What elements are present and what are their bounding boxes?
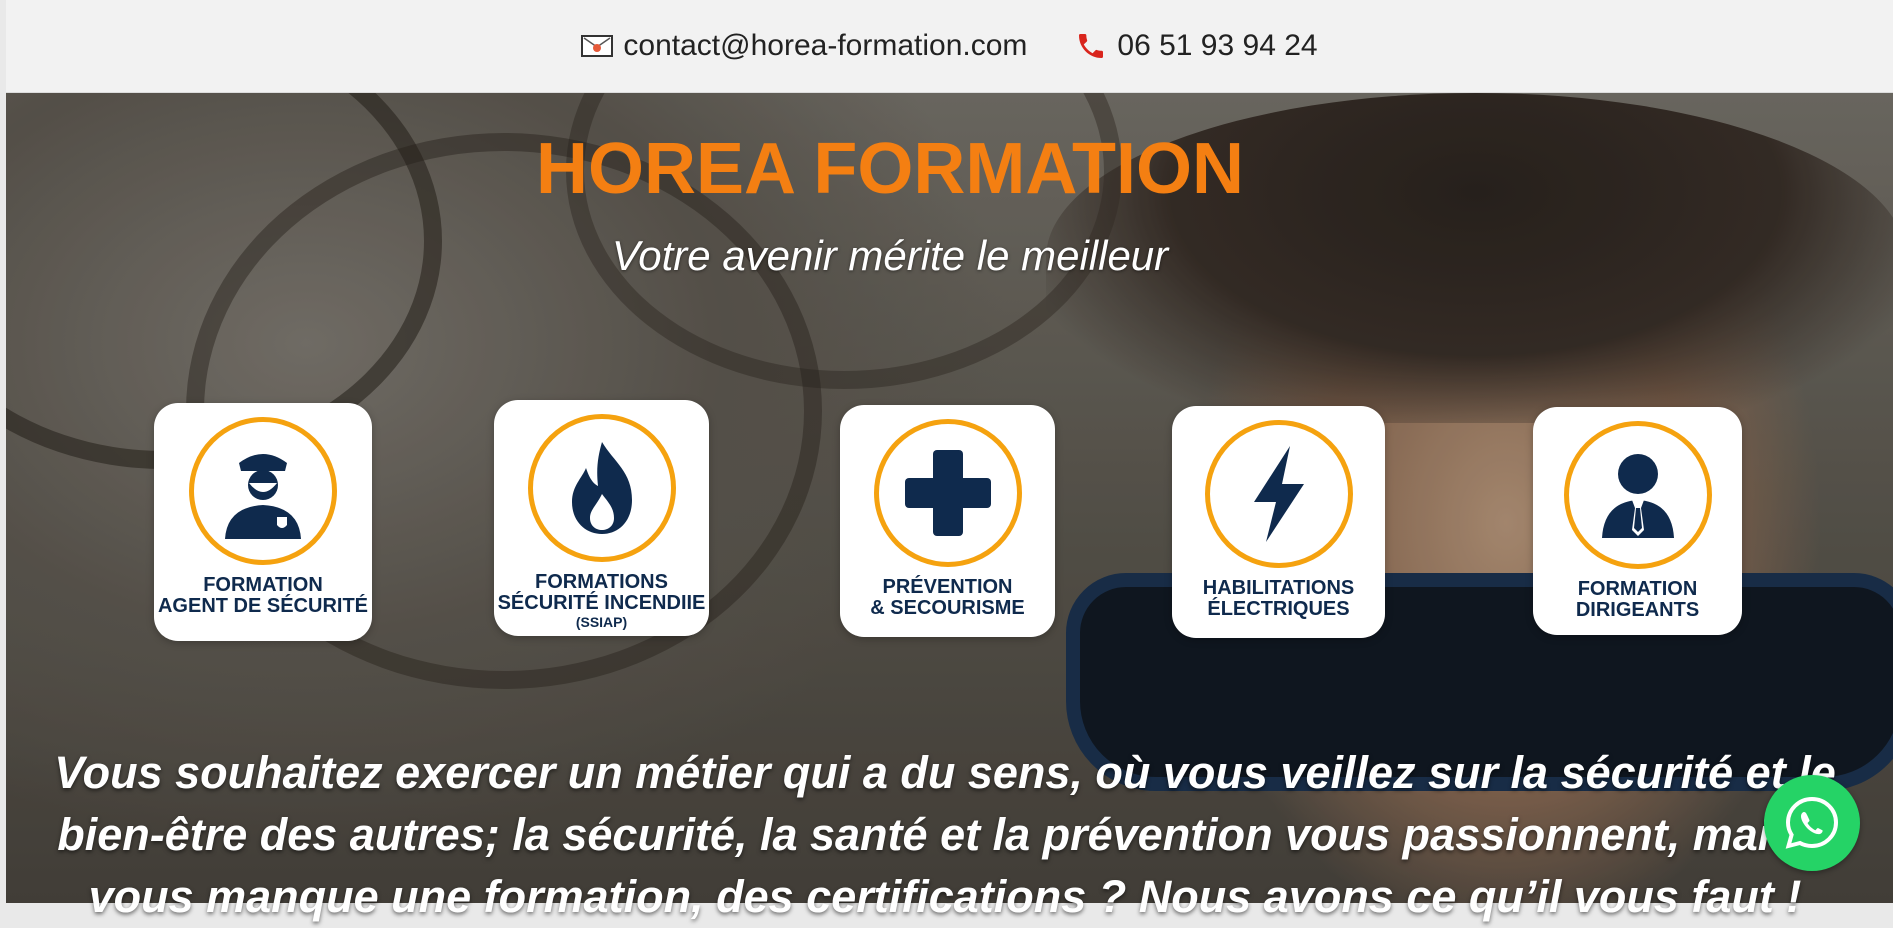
security-guard-icon	[189, 417, 337, 565]
card-label: FORMATION AGENT DE SÉCURITÉ	[157, 574, 369, 617]
card-label: PRÉVENTION & SECOURISME	[870, 576, 1025, 619]
card-formation-dirigeants[interactable]: FORMATION DIRIGEANTS	[1533, 407, 1742, 635]
first-aid-cross-icon	[873, 419, 1022, 567]
phone-link[interactable]: 06 51 93 94 24	[1075, 29, 1318, 63]
whatsapp-icon	[1785, 796, 1839, 849]
card-label: HABILITATIONS ÉLECTRIQUES	[1202, 577, 1355, 620]
card-securite-incendie[interactable]: FORMATIONS SÉCURITÉ INCENDIIE (SSIAP)	[494, 400, 709, 636]
card-label: FORMATIONS SÉCURITÉ INCENDIIE (SSIAP)	[497, 571, 706, 631]
card-habilitations-electriques[interactable]: HABILITATIONS ÉLECTRIQUES	[1172, 406, 1385, 638]
flame-icon	[527, 414, 676, 562]
tagline: Votre avenir mérite le meilleur	[611, 232, 1169, 279]
card-agent-securite[interactable]: FORMATION AGENT DE SÉCURITÉ	[154, 403, 372, 641]
phone-text: 06 51 93 94 24	[1117, 29, 1318, 62]
email-link[interactable]: contact@horea-formation.com	[581, 29, 1027, 63]
brand-title: HOREA FORMATION	[536, 129, 1244, 209]
card-prevention-secourisme[interactable]: PRÉVENTION & SECOURISME	[840, 405, 1055, 637]
whatsapp-button[interactable]	[1764, 775, 1860, 871]
intro-paragraph: Vous souhaitez exercer un métier qui a d…	[54, 747, 1836, 922]
card-label: FORMATION DIRIGEANTS	[1575, 578, 1700, 621]
lightning-bolt-icon	[1204, 420, 1353, 568]
manager-person-icon	[1563, 421, 1712, 569]
email-text: contact@horea-formation.com	[623, 29, 1028, 62]
phone-icon	[1075, 30, 1107, 62]
contact-bar: contact@horea-formation.com 06 51 93 94 …	[6, 0, 1893, 93]
envelope-icon	[581, 34, 614, 58]
